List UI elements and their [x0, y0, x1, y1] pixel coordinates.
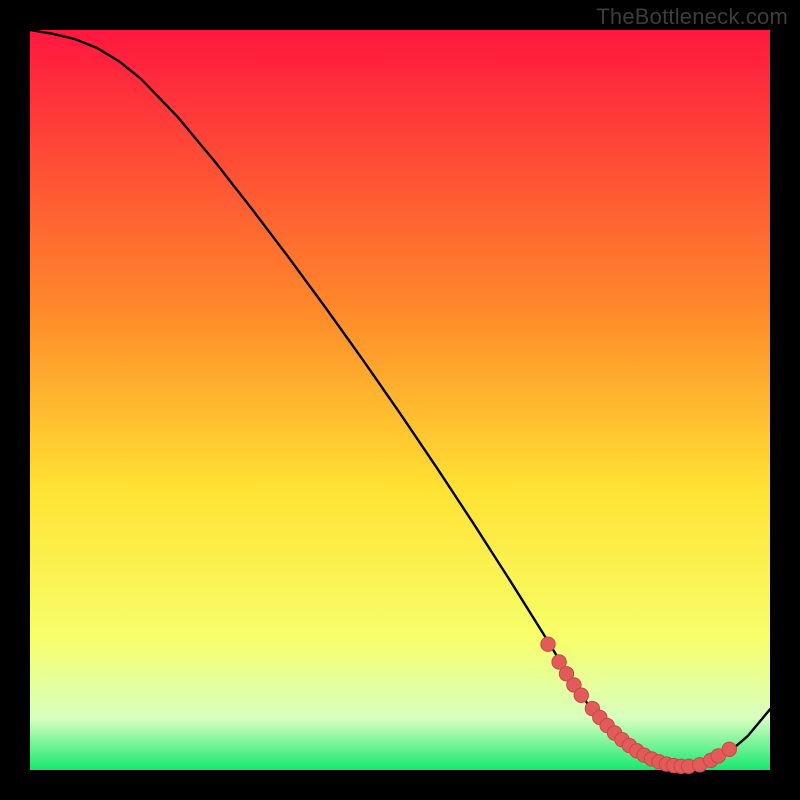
curve-marker [541, 637, 555, 651]
watermark-text: TheBottleneck.com [596, 4, 788, 30]
plot-background [30, 30, 770, 770]
curve-marker [574, 688, 588, 702]
bottleneck-curve-chart [0, 0, 800, 800]
chart-stage: TheBottleneck.com [0, 0, 800, 800]
curve-marker [722, 742, 736, 756]
